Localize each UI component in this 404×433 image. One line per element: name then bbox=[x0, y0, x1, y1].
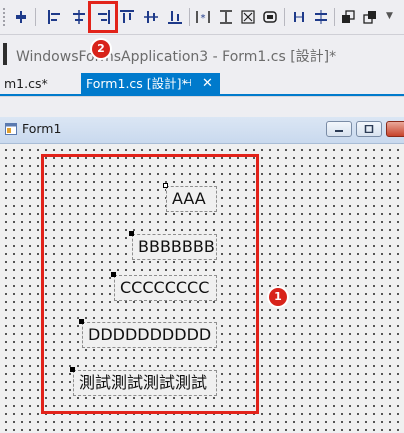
form-icon bbox=[5, 123, 17, 135]
toolbar-grip[interactable] bbox=[2, 7, 6, 27]
minimize-button[interactable] bbox=[326, 121, 352, 137]
toolbar-separator bbox=[189, 8, 190, 26]
align-lefts-icon[interactable] bbox=[44, 6, 66, 28]
make-vertical-spacing-equal-icon[interactable] bbox=[310, 6, 332, 28]
selection-annotation-frame bbox=[41, 154, 259, 414]
annotation-badge-2: 2 bbox=[92, 40, 110, 58]
make-same-width-icon[interactable]: * bbox=[192, 6, 214, 28]
align-tops-icon[interactable] bbox=[116, 6, 138, 28]
window-titlebar: WindowsFormsApplication3 - Form1.cs [設計]… bbox=[0, 35, 404, 73]
toolbar-separator bbox=[35, 8, 36, 26]
document-tabs: m1.cs* Form1.cs [設計]* ⊣ ✕ bbox=[0, 73, 404, 96]
window-title: WindowsFormsApplication3 - Form1.cs [設計]… bbox=[16, 49, 337, 65]
make-horizontal-spacing-equal-icon[interactable] bbox=[288, 6, 310, 28]
align-middles-icon[interactable] bbox=[140, 6, 162, 28]
align-bottoms-icon[interactable] bbox=[164, 6, 186, 28]
align-to-grid-icon[interactable] bbox=[10, 6, 32, 28]
layout-toolbar: * ▼ bbox=[0, 0, 404, 35]
make-same-size-icon[interactable] bbox=[237, 6, 259, 28]
toolbar-separator bbox=[284, 8, 285, 26]
tab-form1-designer[interactable]: Form1.cs [設計]* ⊣ ✕ bbox=[81, 73, 220, 94]
form-title: Form1 bbox=[22, 121, 62, 136]
tab-form1-code[interactable]: m1.cs* bbox=[0, 74, 52, 94]
annotation-badge-1: 1 bbox=[269, 288, 287, 306]
minimize-icon bbox=[335, 130, 343, 132]
maximize-icon bbox=[364, 125, 374, 133]
send-to-back-icon[interactable] bbox=[359, 6, 381, 28]
form-close-button[interactable] bbox=[386, 121, 404, 137]
form-titlebar: Form1 bbox=[0, 117, 404, 144]
size-to-grid-icon[interactable] bbox=[259, 6, 281, 28]
pin-icon[interactable]: ⊣ bbox=[183, 73, 192, 94]
close-icon[interactable]: ✕ bbox=[202, 73, 213, 94]
title-strip bbox=[3, 43, 7, 65]
tab-label: Form1.cs [設計]* bbox=[86, 76, 188, 91]
toolbar-overflow-icon[interactable]: ▼ bbox=[386, 11, 393, 21]
align-centers-icon[interactable] bbox=[68, 6, 90, 28]
bring-to-front-icon[interactable] bbox=[337, 6, 359, 28]
svg-text:*: * bbox=[201, 13, 206, 24]
align-rights-highlight bbox=[88, 1, 118, 33]
maximize-button[interactable] bbox=[356, 121, 382, 137]
make-same-height-icon[interactable] bbox=[215, 6, 237, 28]
toolbar-separator bbox=[334, 8, 335, 26]
